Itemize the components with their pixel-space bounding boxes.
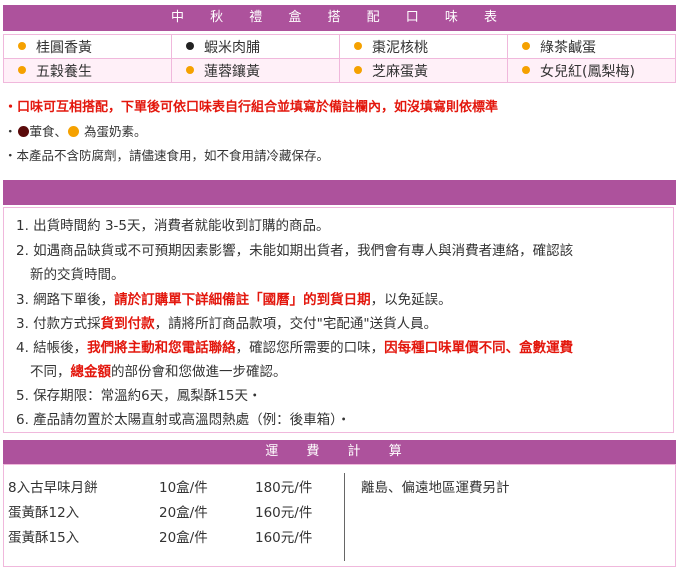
freight-price: 180元/件: [255, 480, 313, 496]
dark-dot-icon: [186, 41, 194, 50]
orange-dot-icon: [18, 41, 26, 50]
freight-divider: [344, 473, 345, 561]
shipping-item: 3. 網路下單後，請於訂購單下詳細備註「國曆」的到貨日期，以免延誤。: [16, 288, 452, 308]
preservative-note: ・本產品不含防腐劑，請儘速食用，如不食用請冷藏保存。: [4, 148, 330, 163]
flavor-notes: ・口味可互相搭配，下單後可依口味表自行組合並填寫於備註欄內，如沒填寫則依標準 ・…: [4, 96, 676, 168]
emphasis-text: 貨到付款: [100, 316, 155, 332]
shipping-item-cont: 新的交貨時間。: [30, 267, 125, 283]
text: ，以免延誤。: [370, 292, 452, 308]
freight-table: 8入古早味月餅 10盒/件 180元/件 蛋黃酥12入 20盒/件 160元/件…: [3, 464, 676, 567]
emphasis-text: 我們將主動和您電話聯絡: [87, 340, 236, 356]
flavor-cell: 蝦米肉脯: [171, 34, 340, 59]
flavor-cell: 芝麻蛋黃: [339, 58, 508, 83]
text: 4. 結帳後，: [16, 340, 88, 356]
orange-dot-icon: [186, 65, 194, 74]
shipping-info: 1. 出貨時間約 3-5天，消費者就能收到訂購的商品。 2. 如遇商品缺貨或不可…: [3, 207, 674, 433]
flavor-name: 五穀養生: [36, 63, 92, 80]
freight-qty: 10盒/件: [159, 480, 208, 496]
shipping-item: 1. 出貨時間約 3-5天，消費者就能收到訂購的商品。: [16, 218, 330, 234]
section-divider-bar: [3, 180, 676, 205]
bullet: ・: [4, 124, 17, 139]
freight-title: 運 費 計 算: [3, 440, 676, 464]
orange-dot-icon: [522, 41, 530, 50]
text: ，確認您所需要的口味，: [235, 340, 385, 356]
text: ，請將所訂商品款項，交付"宅配通"送貨人員。: [154, 316, 438, 332]
flavor-name: 蝦米肉脯: [204, 39, 260, 56]
flavor-cell: 綠茶鹹蛋: [507, 34, 676, 59]
flavor-name: 芝麻蛋黃: [372, 63, 428, 80]
orange-dot-icon: [354, 41, 362, 50]
flavor-name: 蓮蓉鑲黃: [204, 63, 260, 80]
flavor-name: 棗泥核桃: [372, 39, 428, 56]
shipping-item: 4. 結帳後，我們將主動和您電話聯絡，確認您所需要的口味，因每種口味單價不同、盒…: [16, 336, 573, 356]
remote-area-note: 離島、偏遠地區運費另計: [361, 480, 510, 496]
flavor-combination-note: ・口味可互相搭配，下單後可依口味表自行組合並填寫於備註欄內，如沒填寫則依標準: [4, 100, 499, 115]
flavor-cell: 桂圓香黃: [3, 34, 172, 59]
text: 3. 網路下單後，: [16, 292, 115, 308]
shipping-item: 5. 保存期限：常溫約6天，鳳梨酥15天・: [16, 388, 262, 404]
freight-qty: 20盒/件: [159, 505, 208, 521]
flavor-name: 綠茶鹹蛋: [540, 39, 596, 56]
flavor-table-title: 中 秋 禮 盒 搭 配 口 味 表: [3, 5, 676, 31]
emphasis-text: 請於訂購單下詳細備註「國曆」的到貨日期: [114, 292, 371, 308]
shipping-item: 3. 付款方式採貨到付款，請將所訂商品款項，交付"宅配通"送貨人員。: [16, 312, 437, 332]
text: 的部份會和您做進一步確認。: [111, 364, 287, 380]
flavor-cell: 蓮蓉鑲黃: [171, 58, 340, 83]
emphasis-text: 總金額: [70, 364, 112, 380]
freight-item: 蛋黃酥12入: [8, 505, 80, 521]
text: 3. 付款方式採: [16, 316, 101, 332]
orange-dot-icon: [18, 65, 26, 74]
flavor-row: 桂圓香黃 蝦米肉脯 棗泥核桃 綠茶鹹蛋: [3, 34, 676, 59]
text: 不同，: [30, 364, 71, 380]
shipping-item: 6. 產品請勿置於太陽直射或高溫悶熱處（例：後車箱）・: [16, 412, 351, 428]
emphasis-text: 因每種口味單價不同、盒數運費: [384, 340, 574, 356]
shipping-item: 2. 如遇商品缺貨或不可預期因素影響，未能如期出貨者，我們會有專人與消費者連絡，…: [16, 243, 574, 259]
freight-price: 160元/件: [255, 530, 313, 546]
meat-label: 葷食、: [29, 124, 68, 139]
dot-legend-note: ・葷食、 為蛋奶素。: [4, 120, 676, 144]
orange-dot-icon: [354, 65, 362, 74]
egg-label: 為蛋奶素。: [80, 124, 147, 139]
orange-dot-icon: [68, 126, 80, 137]
flavor-cell: 女兒紅(鳳梨梅): [507, 58, 676, 83]
freight-qty: 20盒/件: [159, 530, 208, 546]
freight-item: 8入古早味月餅: [8, 480, 98, 496]
orange-dot-icon: [522, 65, 530, 74]
flavor-cell: 棗泥核桃: [339, 34, 508, 59]
freight-item: 蛋黃酥15入: [8, 530, 80, 546]
flavor-name: 女兒紅(鳳梨梅): [540, 63, 635, 80]
flavor-row: 五穀養生 蓮蓉鑲黃 芝麻蛋黃 女兒紅(鳳梨梅): [3, 58, 676, 83]
freight-price: 160元/件: [255, 505, 313, 521]
shipping-item-cont: 不同，總金額的部份會和您做進一步確認。: [30, 360, 287, 380]
flavor-table: 桂圓香黃 蝦米肉脯 棗泥核桃 綠茶鹹蛋 五穀養生 蓮蓉鑲黃 芝麻蛋黃 女兒紅(鳳…: [3, 34, 676, 83]
dark-dot-icon: [17, 126, 29, 137]
flavor-name: 桂圓香黃: [36, 39, 92, 56]
flavor-cell: 五穀養生: [3, 58, 172, 83]
